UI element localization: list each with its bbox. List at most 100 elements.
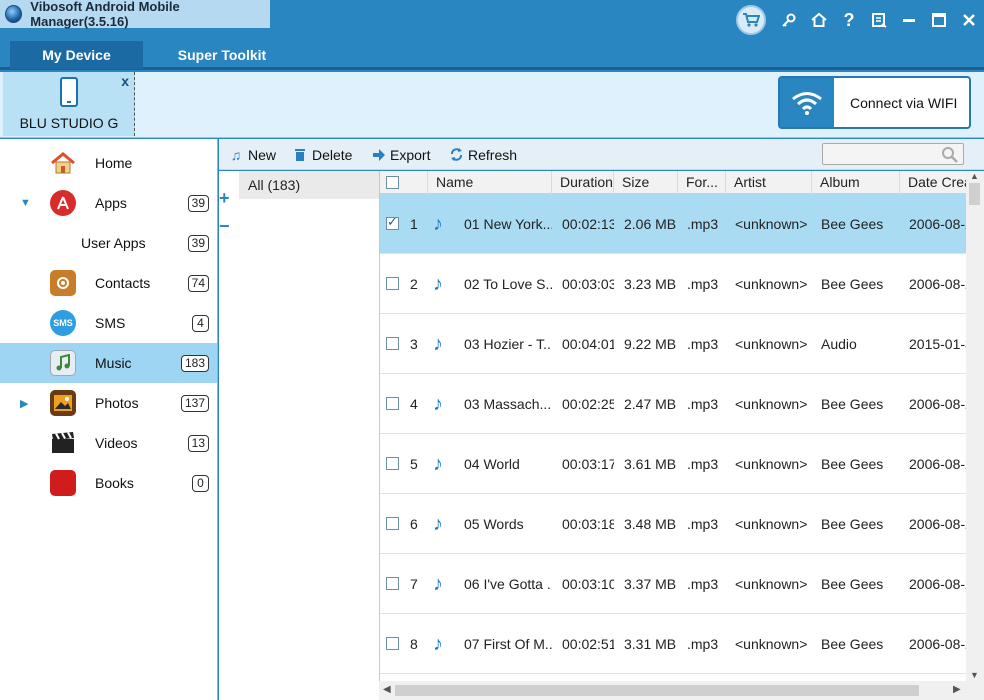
refresh-button[interactable]: Refresh [449, 139, 517, 170]
table-row[interactable]: ♪ 3 03 Hozier - T... 00:04:01 9.22 MB .mp3 <un… [380, 314, 966, 374]
cell-album: Bee Gees [821, 276, 884, 292]
cell-format: .mp3 [687, 576, 719, 592]
sidebar: Home ▼ Apps 39 User Apps 39 Contacts 74 … [0, 139, 218, 700]
cell-format: .mp3 [687, 456, 719, 472]
sidebar-item-label: Contacts [95, 275, 151, 291]
sidebar-item-user-apps[interactable]: User Apps 39 [0, 223, 217, 263]
table-row[interactable]: ♪ 1 01 New York... 00:02:13 2.06 MB .mp3 <unkn… [380, 194, 966, 254]
cell-date: 2006-08-2 [909, 576, 966, 592]
cell-album: Bee Gees [821, 576, 884, 592]
search-icon[interactable] [941, 146, 959, 164]
row-checkbox[interactable] [386, 457, 399, 470]
cell-duration: 00:02:51 [562, 636, 614, 652]
cart-icon[interactable] [736, 5, 766, 35]
vertical-scroll-thumb[interactable] [969, 183, 980, 205]
column-header-format[interactable]: For... [678, 171, 726, 194]
column-header-date[interactable]: Date Crea [900, 171, 966, 194]
phone-icon [60, 77, 78, 107]
row-checkbox[interactable] [386, 517, 399, 530]
tab-my-device[interactable]: My Device [10, 41, 143, 69]
search-input[interactable] [822, 143, 964, 165]
device-close-icon[interactable]: x [121, 73, 129, 89]
music-note-icon: ♪ [433, 273, 443, 295]
expand-arrow-icon[interactable]: ▼ [20, 197, 31, 209]
scroll-down-icon[interactable]: ▼ [970, 670, 979, 680]
cell-size: 3.48 MB [624, 516, 677, 532]
cell-duration: 00:03:10 [562, 576, 614, 592]
cell-artist: <unknown> [735, 516, 808, 532]
scroll-up-icon[interactable]: ▲ [970, 171, 979, 181]
cell-name: 04 World [464, 456, 520, 472]
vertical-scrollbar[interactable]: ▲ ▼ [966, 171, 984, 681]
home-icon[interactable] [804, 5, 834, 35]
table-row[interactable]: ♪ 2 02 To Love S... 00:03:03 3.23 MB .mp3 <unk… [380, 254, 966, 314]
row-checkbox[interactable] [386, 214, 399, 230]
column-header-duration[interactable]: Duration [552, 171, 614, 194]
count-badge: 74 [187, 274, 209, 292]
sidebar-item-books[interactable]: Books 0 [0, 463, 217, 503]
delete-button[interactable]: Delete [293, 139, 352, 170]
music-note-icon: ♪ [433, 633, 443, 655]
toolbar: ♫ New Delete Export Refresh [219, 139, 984, 170]
cell-name: 06 I've Gotta ... [464, 576, 552, 592]
delete-label: Delete [312, 146, 353, 163]
column-header-album[interactable]: Album [812, 171, 900, 194]
column-header-name[interactable]: Name [428, 171, 552, 194]
row-checkbox[interactable] [386, 397, 399, 410]
sidebar-item-home[interactable]: Home [0, 143, 217, 183]
sidebar-item-apps[interactable]: ▼ Apps 39 [0, 183, 217, 223]
row-checkbox[interactable] [386, 577, 399, 590]
cell-duration: 00:03:18 [562, 516, 614, 532]
row-checkbox[interactable] [386, 637, 399, 650]
device-card[interactable]: x BLU STUDIO G [3, 72, 135, 136]
sidebar-item-contacts[interactable]: Contacts 74 [0, 263, 217, 303]
row-checkbox[interactable] [386, 277, 399, 290]
add-category-button[interactable]: + [219, 188, 230, 209]
sidebar-item-label: Home [95, 155, 133, 171]
tab-super-toolkit[interactable]: Super Toolkit [150, 41, 294, 69]
connect-wifi-button[interactable]: Connect via WIFI [778, 76, 971, 129]
cell-number: 6 [410, 516, 418, 532]
horizontal-scroll-thumb[interactable] [395, 685, 919, 696]
remove-category-button[interactable]: − [219, 216, 230, 237]
minimize-icon[interactable] [894, 5, 924, 35]
cell-duration: 00:04:01 [562, 336, 614, 352]
horizontal-scrollbar[interactable]: ◀ ▶ [379, 681, 984, 700]
select-all-checkbox[interactable] [386, 176, 399, 189]
help-icon[interactable]: ? [834, 5, 864, 35]
export-button[interactable]: Export [371, 139, 430, 170]
column-header-artist[interactable]: Artist [726, 171, 812, 194]
sidebar-item-videos[interactable]: Videos 13 [0, 423, 217, 463]
table-header: Name Duration Size For... Artist Album D… [380, 171, 966, 194]
category-all[interactable]: All (183) [239, 171, 379, 199]
table-row[interactable]: ♪ 7 06 I've Gotta ... 00:03:10 3.37 MB .mp3 <u… [380, 554, 966, 614]
key-icon[interactable] [774, 5, 804, 35]
new-button[interactable]: ♫ New [229, 139, 276, 170]
cell-artist: <unknown> [735, 456, 808, 472]
app-title: Vibosoft Android Mobile Manager(3.5.16) [30, 0, 180, 29]
table-row[interactable]: ♪ 5 04 World 00:03:17 3.61 MB .mp3 <unknown> Be… [380, 434, 966, 494]
music-icon [50, 350, 76, 376]
expand-arrow-icon[interactable]: ▶ [20, 397, 28, 410]
sidebar-item-photos[interactable]: ▶ Photos 137 [0, 383, 217, 423]
cell-number: 1 [410, 216, 418, 232]
contacts-icon [50, 270, 76, 296]
feedback-icon[interactable] [864, 5, 894, 35]
sidebar-item-label: Photos [95, 395, 139, 411]
cell-format: .mp3 [687, 336, 719, 352]
table-row[interactable]: ♪ 6 05 Words 00:03:18 3.48 MB .mp3 <unknown> Be… [380, 494, 966, 554]
sidebar-item-sms[interactable]: SMS SMS 4 [0, 303, 217, 343]
row-checkbox[interactable] [386, 337, 399, 350]
column-header-size[interactable]: Size [614, 171, 678, 194]
scroll-right-icon[interactable]: ▶ [953, 684, 961, 695]
table-row[interactable]: ♪ 4 03 Massach... 00:02:25 2.47 MB .mp3 <unkno… [380, 374, 966, 434]
cell-duration: 00:02:25 [562, 396, 614, 412]
count-badge: 13 [187, 434, 209, 452]
cell-artist: <unknown> [735, 636, 808, 652]
scroll-left-icon[interactable]: ◀ [383, 684, 391, 695]
count-badge: 137 [180, 394, 209, 412]
sidebar-item-music[interactable]: Music 183 [0, 343, 217, 383]
maximize-icon[interactable] [924, 5, 954, 35]
close-icon[interactable] [954, 5, 984, 35]
table-row[interactable]: ♪ 8 07 First Of M... 00:02:51 3.31 MB .mp3 <un… [380, 614, 966, 674]
